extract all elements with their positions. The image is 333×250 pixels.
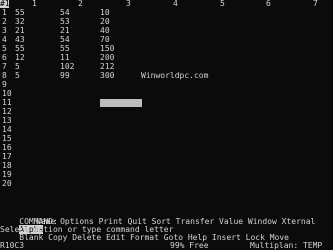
column-header-5[interactable]: 5 [220,0,225,8]
row-header-6[interactable]: 6 [2,54,7,62]
row-header-11[interactable]: 11 [2,99,12,107]
cell-r6c2[interactable]: 11 [60,54,70,62]
row-header-14[interactable]: 14 [2,126,12,134]
row-header-5[interactable]: 5 [2,45,7,53]
row-header-13[interactable]: 13 [2,117,12,125]
watermark-text: Winworldpc.com [141,71,209,80]
cell-r7c2[interactable]: 102 [60,63,74,71]
cell-r3c2[interactable]: 21 [60,27,70,35]
cell-r6c3[interactable]: 200 [100,54,114,62]
column-header-1[interactable]: 1 [32,0,37,8]
cell-r7c1[interactable]: 5 [15,63,20,71]
active-cell-cursor[interactable] [100,99,142,107]
cell-r3c3[interactable]: 40 [100,27,110,35]
cell-r4c2[interactable]: 54 [60,36,70,44]
cell-r8c2[interactable]: 99 [60,72,70,80]
cell-r2c2[interactable]: 53 [60,18,70,26]
cell-r1c2[interactable]: 54 [60,9,70,17]
row-header-18[interactable]: 18 [2,162,12,170]
column-header-2[interactable]: 2 [78,0,83,8]
row-header-19[interactable]: 19 [2,171,12,179]
row-header-8[interactable]: 8 [2,72,7,80]
status-line: R10C3 99% Free Multiplan: TEMP [0,242,333,250]
cell-r8c3[interactable]: 300 [100,72,114,80]
column-header-7[interactable]: 7 [313,0,318,8]
row-header-10[interactable]: 10 [2,90,12,98]
status-filename: Multiplan: TEMP [250,241,323,250]
column-header-6[interactable]: 6 [266,0,271,8]
status-free-memory: 99% Free [170,241,209,250]
row-header-16[interactable]: 16 [2,144,12,152]
cell-r8c1[interactable]: 5 [15,72,20,80]
row-header-2[interactable]: 2 [2,18,7,26]
command-help-message: Select option or type command letter [0,225,174,234]
cell-r5c2[interactable]: 55 [60,45,70,53]
row-header-4[interactable]: 4 [2,36,7,44]
cell-r1c3[interactable]: 10 [100,9,110,17]
cell-r5c1[interactable]: 55 [15,45,25,53]
cell-r3c1[interactable]: 21 [15,27,25,35]
cell-r6c1[interactable]: 12 [15,54,25,62]
cell-r4c1[interactable]: 43 [15,36,25,44]
cell-r7c3[interactable]: 212 [100,63,114,71]
command-options-row1[interactable]: Blank Copy Delete Edit Format Goto Help … [19,233,289,242]
status-cell-reference: R10C3 [0,241,25,250]
column-header-3[interactable]: 3 [126,0,131,8]
cell-r1c1[interactable]: 55 [15,9,25,17]
row-header-3[interactable]: 3 [2,27,7,35]
cell-r5c3[interactable]: 150 [100,45,114,53]
row-header-12[interactable]: 12 [2,108,12,116]
cell-r4c3[interactable]: 70 [100,36,110,44]
corner-window-label: #1 [0,0,10,8]
multiplan-screen: #1 1 2 3 4 5 6 7 1 2 3 4 5 6 7 8 9 10 11… [0,0,333,250]
cell-r2c1[interactable]: 32 [15,18,25,26]
row-header-15[interactable]: 15 [2,135,12,143]
row-header-1[interactable]: 1 [2,9,7,17]
row-header-9[interactable]: 9 [2,81,7,89]
column-header-4[interactable]: 4 [173,0,178,8]
row-header-20[interactable]: 20 [2,180,12,188]
cell-r2c3[interactable]: 20 [100,18,110,26]
row-header-7[interactable]: 7 [2,63,7,71]
row-header-17[interactable]: 17 [2,153,12,161]
column-header-row: #1 1 2 3 4 5 6 7 [0,0,333,8]
